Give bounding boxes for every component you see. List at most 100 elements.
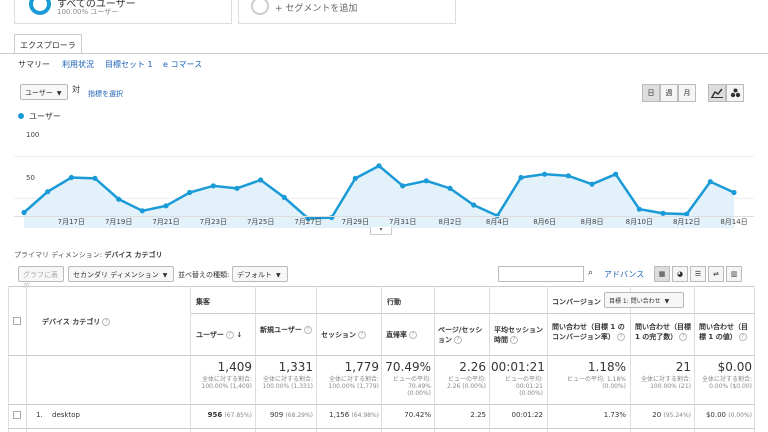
cell-goal1-value: $0.00 (0.00%)	[696, 411, 752, 419]
legend-dot-icon	[18, 113, 24, 119]
advanced-link[interactable]: アドバンス	[604, 269, 644, 280]
group-conversion: コンバージョン	[552, 298, 601, 306]
data-point[interactable]	[92, 175, 98, 181]
data-point[interactable]	[352, 175, 358, 181]
data-point[interactable]	[400, 183, 406, 189]
primary-dimension: プライマリ ディメンション: デバイス カテゴリ	[14, 250, 163, 260]
x-tick-label: 8月2日	[438, 218, 462, 226]
select-metric-link[interactable]: 指標を選択	[88, 89, 123, 99]
total-value: 00:01:21	[491, 360, 545, 374]
dim-header-label: デバイス カテゴリ	[42, 318, 101, 326]
performance-view-icon[interactable]: ☰	[690, 266, 706, 282]
period-day-button[interactable]: 日	[642, 84, 660, 102]
data-point[interactable]	[636, 206, 642, 212]
chevron-down-icon: ▼	[664, 298, 670, 305]
cell-users: 956 (67.85%)	[192, 411, 252, 419]
data-point[interactable]	[45, 189, 51, 195]
goal-select-value: 目標 1: 問い合わせ	[609, 298, 661, 305]
data-point[interactable]	[21, 209, 27, 216]
help-icon[interactable]: ?	[738, 333, 747, 341]
help-icon[interactable]: ?	[358, 331, 366, 339]
data-point[interactable]	[518, 174, 524, 181]
total-subtext: ビューの平均: 2.26 (0.00%)	[446, 376, 486, 390]
secondary-dimension-select[interactable]: セカンダリ ディメンション ▼	[68, 266, 174, 282]
col-header-pages-per-session[interactable]: ページ/セッション?	[438, 325, 488, 345]
chevron-down-icon: ▼	[162, 272, 168, 279]
period-week-button[interactable]: 週	[660, 84, 678, 102]
table-view-icon[interactable]: ▦	[654, 266, 670, 282]
data-point[interactable]	[116, 196, 122, 202]
tab-explorer[interactable]: エクスプローラ	[14, 34, 82, 53]
data-point[interactable]	[589, 181, 595, 187]
help-icon[interactable]: ?	[102, 318, 111, 326]
sort-desc-icon[interactable]: ↓	[236, 331, 242, 339]
col-header-users[interactable]: ユーザー? ↓	[196, 330, 242, 340]
help-icon[interactable]: ?	[679, 333, 688, 341]
col-header-goal1-conversion-rate[interactable]: 問い合わせ（目標 1 のコンバージョン率）?	[552, 322, 628, 342]
cell-goal1-completions: 20 (95.24%)	[632, 411, 691, 419]
plot-rows-button[interactable]: グラフに表示	[18, 266, 64, 289]
col-header-goal1-completions[interactable]: 問い合わせ（目標 1 の完了数）?	[635, 322, 693, 342]
total-subtext: 全体に対する割合: 100.00% (1,331)	[262, 376, 313, 390]
subnav-usage[interactable]: 利用状況	[62, 59, 94, 70]
data-point[interactable]	[447, 185, 453, 191]
table-search-input[interactable]	[498, 266, 584, 282]
col-header-goal1-value[interactable]: 問い合わせ（目標 1 の値）?	[699, 322, 753, 342]
row-dimension-desktop[interactable]: desktop	[52, 411, 80, 419]
help-icon[interactable]: ?	[616, 333, 625, 341]
col-header-sessions[interactable]: セッション?	[321, 330, 366, 340]
data-point[interactable]	[731, 189, 737, 196]
period-month-button[interactable]: 月	[678, 84, 696, 102]
subnav-summary[interactable]: サマリー	[18, 59, 50, 70]
search-icon[interactable]: ⌕	[588, 268, 593, 278]
row-checkbox[interactable]	[13, 411, 21, 419]
motion-chart-icon[interactable]	[726, 84, 744, 102]
pivot-view-icon[interactable]: ▥	[726, 266, 742, 282]
table-group-border	[190, 313, 754, 314]
sort-type-select[interactable]: デフォルト ▼	[232, 266, 288, 282]
help-icon[interactable]: ?	[409, 331, 417, 339]
col-header-new-users[interactable]: 新規ユーザー?	[260, 325, 314, 335]
data-point[interactable]	[471, 202, 477, 208]
col-header-bounce-rate[interactable]: 直帰率?	[386, 330, 417, 340]
help-icon[interactable]: ?	[225, 331, 234, 339]
subnav-ecommerce[interactable]: e コマース	[163, 59, 202, 70]
data-point[interactable]	[376, 163, 382, 169]
add-segment-card[interactable]: + セグメントを追加	[238, 0, 456, 24]
select-all-checkbox[interactable]	[13, 317, 21, 325]
col-header-avg-session-duration[interactable]: 平均セッション時間?	[494, 325, 546, 345]
col-header-sessions-label: セッション	[321, 331, 356, 339]
dim-header[interactable]: デバイス カテゴリ?	[42, 317, 111, 327]
help-icon[interactable]: ?	[454, 336, 462, 344]
data-point[interactable]	[187, 189, 193, 196]
total-value: 1,779	[344, 360, 379, 374]
data-point[interactable]	[281, 194, 287, 201]
comparison-view-icon[interactable]: ⇌	[708, 266, 724, 282]
cell-goal1-value-pct: (0.00%)	[728, 412, 752, 419]
data-point[interactable]	[139, 208, 145, 214]
data-point[interactable]	[234, 185, 240, 191]
data-point[interactable]	[423, 178, 429, 184]
metric-select-value: ユーザー	[25, 89, 53, 97]
help-icon[interactable]: ?	[303, 326, 312, 334]
data-point[interactable]	[68, 174, 74, 181]
metric-select[interactable]: ユーザー ▼	[20, 84, 68, 100]
line-chart-icon[interactable]	[708, 84, 726, 102]
data-point[interactable]	[565, 173, 571, 179]
subnav-goal-set-1[interactable]: 目標セット 1	[105, 59, 153, 70]
chart-collapse-handle[interactable]: ▾	[370, 227, 392, 235]
users-line-chart[interactable]	[14, 128, 754, 228]
data-point[interactable]	[258, 177, 264, 183]
data-point[interactable]	[613, 171, 619, 177]
goal-select[interactable]: 目標 1: 問い合わせ ▼	[604, 292, 684, 308]
data-point[interactable]	[542, 171, 548, 177]
group-behavior: 行動	[387, 298, 401, 306]
cell-bounce-rate: 70.42%	[404, 411, 431, 419]
data-point[interactable]	[163, 203, 169, 209]
pie-view-icon[interactable]: ◕	[672, 266, 688, 282]
data-point[interactable]	[707, 179, 713, 185]
help-icon[interactable]: ?	[510, 336, 518, 344]
data-point[interactable]	[210, 183, 216, 189]
segment-card-all-users[interactable]: すべてのユーザー 100.00% ユーザー	[14, 0, 232, 24]
table-col-divider	[190, 286, 191, 432]
